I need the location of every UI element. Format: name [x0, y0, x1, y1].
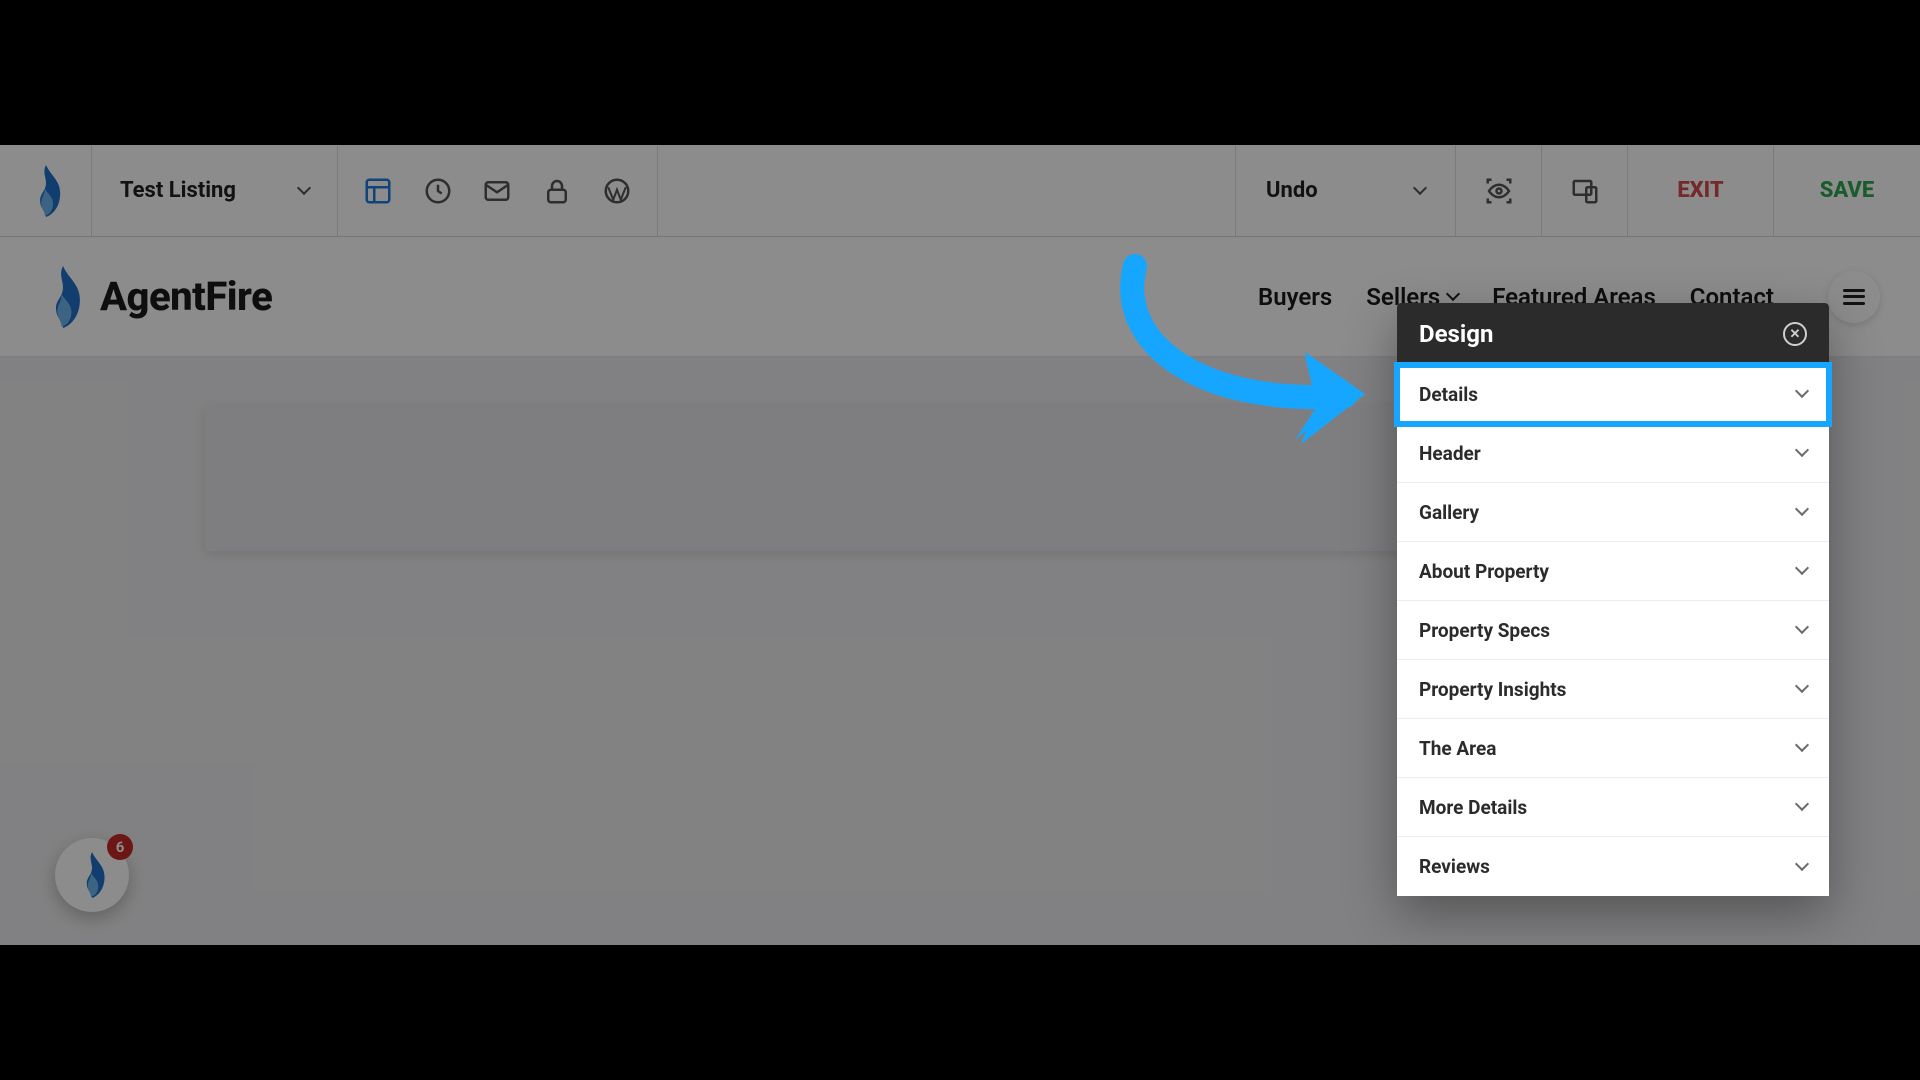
letterbox-top	[0, 0, 1920, 145]
panel-row-reviews[interactable]: Reviews	[1397, 837, 1829, 896]
panel-row-property-insights[interactable]: Property Insights	[1397, 660, 1829, 719]
save-label: SAVE	[1820, 178, 1875, 203]
clock-icon[interactable]	[423, 176, 453, 206]
exit-button[interactable]: EXIT	[1628, 145, 1774, 236]
chevron-down-icon	[1795, 443, 1809, 457]
panel-row-label: More Details	[1419, 796, 1527, 819]
panel-row-label: Property Insights	[1419, 678, 1566, 701]
chevron-down-icon	[1446, 286, 1460, 300]
exit-label: EXIT	[1677, 178, 1723, 203]
chevron-down-icon	[1795, 797, 1809, 811]
panel-row-more-details[interactable]: More Details	[1397, 778, 1829, 837]
letterbox-bottom	[0, 945, 1920, 1080]
wordpress-icon[interactable]	[602, 176, 632, 206]
devices-icon	[1570, 176, 1600, 206]
panel-row-label: Header	[1419, 442, 1481, 465]
panel-row-label: The Area	[1419, 737, 1496, 760]
page-selector[interactable]: Test Listing	[92, 145, 338, 236]
close-icon[interactable]: ✕	[1783, 322, 1807, 346]
nav-label: Buyers	[1258, 283, 1332, 311]
flame-icon	[75, 852, 109, 898]
mail-icon[interactable]	[482, 176, 512, 206]
editor-toolbar: Test Listing	[0, 145, 1920, 237]
brand[interactable]: AgentFire	[40, 266, 272, 328]
chevron-down-icon	[1795, 384, 1809, 398]
panel-row-header[interactable]: Header	[1397, 424, 1829, 483]
chevron-down-icon	[1795, 502, 1809, 516]
design-panel: Design ✕ Details Header Gallery About Pr…	[1397, 303, 1829, 896]
toolbar-spacer	[658, 145, 1236, 236]
flame-icon	[40, 266, 86, 328]
preview-button[interactable]	[1456, 145, 1542, 236]
undo-dropdown[interactable]: Undo	[1236, 145, 1456, 236]
panel-row-the-area[interactable]: The Area	[1397, 719, 1829, 778]
help-badge[interactable]: 6	[55, 838, 129, 912]
hamburger-icon	[1843, 289, 1865, 305]
chevron-down-icon	[1795, 856, 1809, 870]
flame-icon	[27, 165, 65, 217]
layout-icon[interactable]	[363, 176, 393, 206]
eye-scan-icon	[1484, 176, 1514, 206]
chevron-down-icon	[1795, 679, 1809, 693]
devices-button[interactable]	[1542, 145, 1628, 236]
tool-group	[338, 145, 658, 236]
menu-button[interactable]	[1828, 271, 1880, 323]
panel-row-label: Reviews	[1419, 855, 1490, 878]
undo-label: Undo	[1266, 178, 1318, 203]
save-button[interactable]: SAVE	[1774, 145, 1920, 236]
app-logo-cell[interactable]	[0, 145, 92, 236]
chevron-down-icon	[1413, 180, 1427, 194]
panel-row-details[interactable]: Details	[1397, 365, 1829, 424]
design-panel-title: Design	[1419, 320, 1493, 348]
panel-row-gallery[interactable]: Gallery	[1397, 483, 1829, 542]
nav-buyers[interactable]: Buyers	[1258, 283, 1332, 311]
chevron-down-icon	[1795, 620, 1809, 634]
panel-row-about-property[interactable]: About Property	[1397, 542, 1829, 601]
help-badge-count: 6	[107, 834, 133, 860]
panel-row-label: Details	[1419, 383, 1478, 406]
page-selector-label: Test Listing	[120, 178, 236, 203]
brand-name: AgentFire	[100, 273, 272, 320]
chevron-down-icon	[297, 180, 311, 194]
panel-row-property-specs[interactable]: Property Specs	[1397, 601, 1829, 660]
panel-row-label: About Property	[1419, 560, 1549, 583]
stage: Test Listing	[0, 0, 1920, 1080]
panel-row-label: Property Specs	[1419, 619, 1550, 642]
panel-row-label: Gallery	[1419, 501, 1479, 524]
chevron-down-icon	[1795, 738, 1809, 752]
lock-icon[interactable]	[542, 176, 572, 206]
design-panel-header[interactable]: Design ✕	[1397, 303, 1829, 365]
chevron-down-icon	[1795, 561, 1809, 575]
